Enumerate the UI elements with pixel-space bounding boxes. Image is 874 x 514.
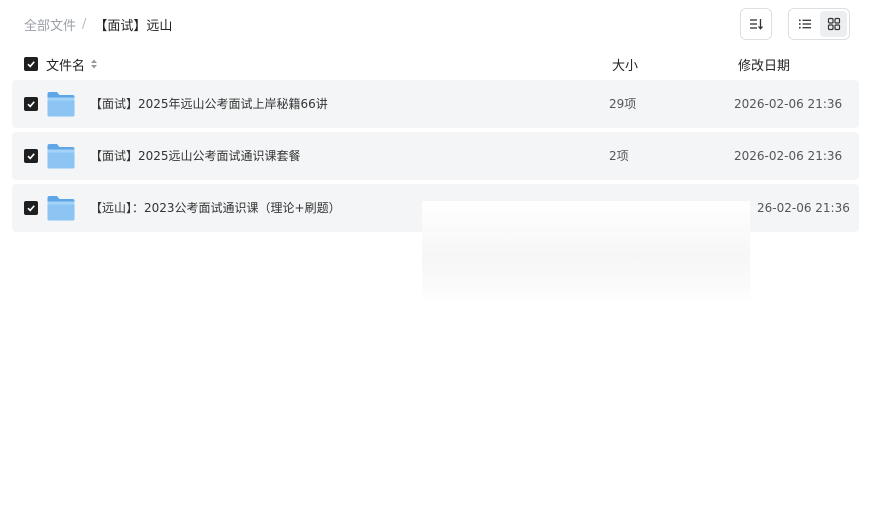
file-size: 29项: [609, 97, 637, 111]
sort-icon: [750, 19, 763, 30]
grid-view-button[interactable]: [820, 11, 847, 37]
file-name[interactable]: 【远山】：2023公考面试通识课（理论+刷题）: [90, 184, 341, 232]
checkmark-icon: [27, 153, 35, 160]
sort-caret-icon[interactable]: [90, 58, 98, 70]
breadcrumb-current: 【面试】远山: [94, 18, 173, 34]
folder-icon: [47, 92, 75, 117]
breadcrumb-root-link[interactable]: 全部文件: [24, 15, 76, 34]
grid-view-icon: [827, 17, 840, 31]
checkmark-icon: [27, 61, 35, 68]
table-header: 文件名 大小 修改日期: [12, 52, 859, 76]
list-view-button[interactable]: [791, 11, 818, 37]
row-checkbox[interactable]: [24, 97, 38, 111]
select-all-checkbox[interactable]: [24, 57, 38, 71]
checkmark-icon: [27, 101, 35, 108]
column-header-size[interactable]: 大小: [612, 55, 638, 74]
list-view-icon: [798, 19, 811, 29]
table-row[interactable]: 【面试】2025年远山公考面试上岸秘籍66讲 29项 2026-02-06 21…: [12, 80, 859, 128]
context-menu-overlay: [422, 201, 750, 305]
column-header-name[interactable]: 文件名: [46, 55, 98, 74]
file-date: 2026-02-06 21:36: [734, 149, 843, 163]
file-date: 2026-02-06 21:36: [734, 97, 843, 111]
sort-button[interactable]: [740, 8, 772, 40]
view-mode-toggle: [788, 8, 850, 40]
checkmark-icon: [27, 205, 35, 212]
folder-icon: [47, 144, 75, 169]
file-name[interactable]: 【面试】2025年远山公考面试上岸秘籍66讲: [90, 80, 328, 128]
folder-icon: [47, 196, 75, 221]
file-date: 26-02-06 21:36: [757, 201, 850, 215]
row-checkbox[interactable]: [24, 149, 38, 163]
file-name[interactable]: 【面试】2025远山公考面试通识课套餐: [90, 132, 301, 180]
column-header-date[interactable]: 修改日期: [738, 55, 790, 74]
row-checkbox[interactable]: [24, 201, 38, 215]
table-row[interactable]: 【面试】2025远山公考面试通识课套餐 2项 2026-02-06 21:36: [12, 132, 859, 180]
breadcrumb: 全部文件 / 【面试】远山: [24, 14, 172, 34]
file-size: 2项: [609, 149, 629, 163]
breadcrumb-separator: /: [82, 16, 87, 32]
column-header-name-label: 文件名: [46, 58, 86, 74]
